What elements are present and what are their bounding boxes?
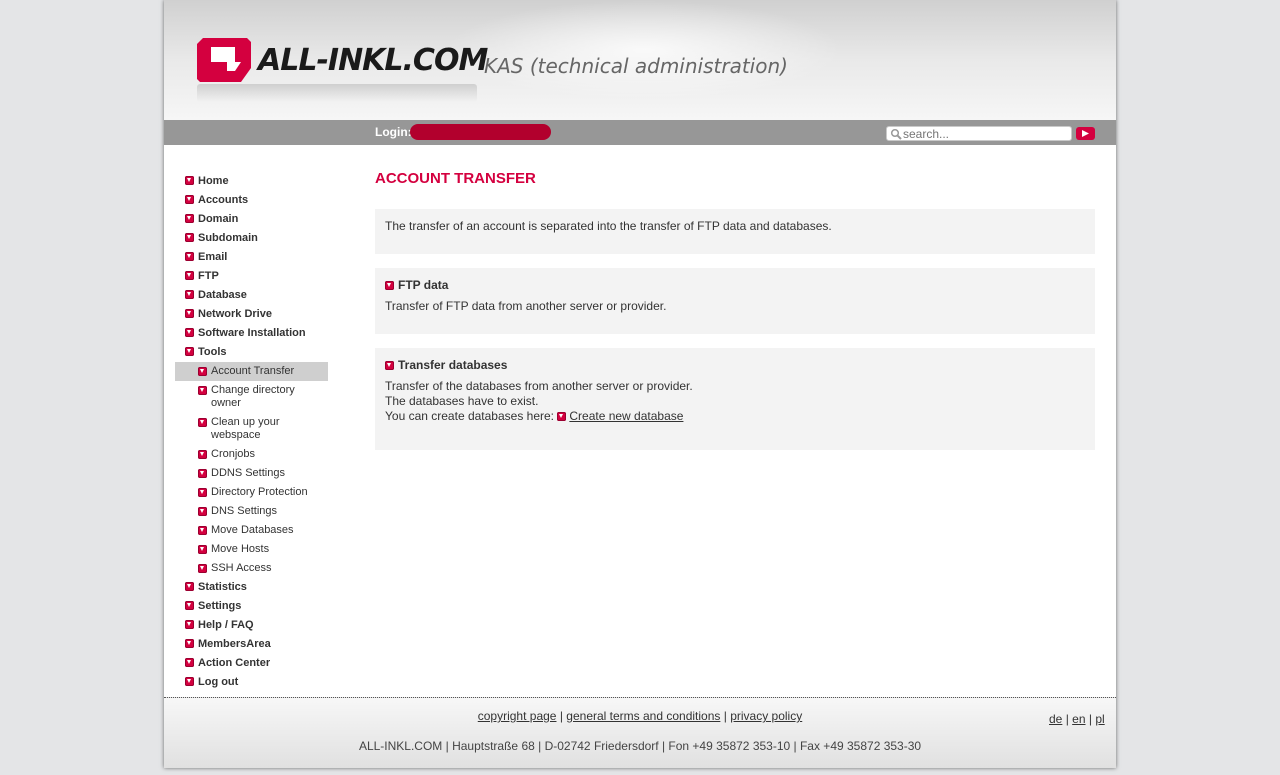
arrow-bullet-icon xyxy=(198,488,207,497)
all-inkl-logo-icon[interactable] xyxy=(197,38,251,82)
arrow-bullet-icon xyxy=(185,620,194,629)
sidebar-item-accounts[interactable]: Accounts xyxy=(175,191,328,210)
search-box[interactable] xyxy=(886,126,1072,141)
sidebar-subitem-clean-up-webspace[interactable]: Clean up your webspace xyxy=(175,413,299,445)
db-text-line1: Transfer of the databases from another s… xyxy=(385,379,693,393)
arrow-bullet-icon xyxy=(185,195,194,204)
sidebar-item-help-faq[interactable]: Help / FAQ xyxy=(175,616,328,635)
sidebar-subitem-dns-settings[interactable]: DNS Settings xyxy=(175,502,328,521)
arrow-bullet-icon xyxy=(198,526,207,535)
sidebar-subitem-ssh-access[interactable]: SSH Access xyxy=(175,559,328,578)
copyright-page-link[interactable]: copyright page xyxy=(478,709,557,723)
sidebar-subitem-move-databases[interactable]: Move Databases xyxy=(175,521,328,540)
ftp-data-panel: FTP data Transfer of FTP data from anoth… xyxy=(375,268,1095,334)
ftp-data-heading[interactable]: FTP data xyxy=(385,278,1085,293)
arrow-bullet-icon xyxy=(557,412,567,421)
arrow-bullet-icon xyxy=(185,233,194,242)
lang-de-link[interactable]: de xyxy=(1049,712,1062,726)
search-input[interactable] xyxy=(903,127,1068,140)
lang-pl-link[interactable]: pl xyxy=(1095,712,1104,726)
sidebar-subitem-directory-protection[interactable]: Directory Protection xyxy=(175,483,328,502)
arrow-bullet-icon xyxy=(185,176,194,185)
arrow-bullet-icon xyxy=(185,271,194,280)
sidebar-item-log-out[interactable]: Log out xyxy=(175,673,328,692)
privacy-policy-link[interactable]: privacy policy xyxy=(730,709,802,723)
terms-link[interactable]: general terms and conditions xyxy=(566,709,720,723)
arrow-bullet-icon xyxy=(185,601,194,610)
login-label: Login: xyxy=(375,125,412,139)
sidebar-subitem-cronjobs[interactable]: Cronjobs xyxy=(175,445,328,464)
arrow-bullet-icon xyxy=(185,328,194,337)
transfer-databases-panel: Transfer databases Transfer of the datab… xyxy=(375,348,1095,450)
footer-links: copyright page | general terms and condi… xyxy=(164,709,1116,723)
create-new-database-link[interactable]: Create new database xyxy=(569,409,683,423)
separator: | xyxy=(723,709,727,723)
separator: | xyxy=(1065,712,1069,726)
header: ALL-INKL.COM KAS (technical administrati… xyxy=(164,0,1116,120)
transfer-databases-heading[interactable]: Transfer databases xyxy=(385,358,1085,373)
sidebar-item-email[interactable]: Email xyxy=(175,248,328,267)
lang-en-link[interactable]: en xyxy=(1072,712,1085,726)
sidebar-item-membersarea[interactable]: MembersArea xyxy=(175,635,328,654)
sidebar-item-settings[interactable]: Settings xyxy=(175,597,328,616)
sidebar-item-network-drive[interactable]: Network Drive xyxy=(175,305,328,324)
db-text-line2: The databases have to exist. xyxy=(385,394,539,408)
sidebar-item-subdomain[interactable]: Subdomain xyxy=(175,229,328,248)
search-submit-button[interactable] xyxy=(1076,127,1095,140)
separator: | xyxy=(559,709,563,723)
page-title: ACCOUNT TRANSFER xyxy=(375,170,536,187)
sidebar-item-ftp[interactable]: FTP xyxy=(175,267,328,286)
arrow-bullet-icon xyxy=(198,507,207,516)
intro-panel: The transfer of an account is separated … xyxy=(375,209,1095,254)
arrow-bullet-icon xyxy=(198,386,207,395)
arrow-bullet-icon xyxy=(185,582,194,591)
arrow-bullet-icon xyxy=(185,214,194,223)
company-address: ALL-INKL.COM | Hauptstraße 68 | D-02742 … xyxy=(358,739,922,753)
db-text-line3: You can create databases here: Create ne… xyxy=(385,409,684,423)
arrow-bullet-icon xyxy=(185,309,194,318)
arrow-bullet-icon xyxy=(185,347,194,356)
arrow-bullet-icon xyxy=(185,658,194,667)
logo-reflection xyxy=(197,84,477,102)
sidebar-nav: Home Accounts Domain Subdomain Email FTP… xyxy=(175,172,328,692)
sidebar-subitem-move-hosts[interactable]: Move Hosts xyxy=(175,540,328,559)
sidebar-item-domain[interactable]: Domain xyxy=(175,210,328,229)
arrow-bullet-icon xyxy=(385,361,394,370)
language-switcher: de | en | pl xyxy=(1049,712,1105,726)
login-bar: Login: xyxy=(164,120,1116,145)
arrow-bullet-icon xyxy=(198,367,207,376)
logo-text[interactable]: ALL-INKL.COM xyxy=(258,42,488,80)
arrow-bullet-icon xyxy=(198,469,207,478)
sidebar-item-action-center[interactable]: Action Center xyxy=(175,654,328,673)
arrow-bullet-icon xyxy=(198,564,207,573)
sidebar-item-database[interactable]: Database xyxy=(175,286,328,305)
intro-text: The transfer of an account is separated … xyxy=(385,219,832,233)
arrow-bullet-icon xyxy=(385,281,394,290)
app-subtitle: KAS (technical administration) xyxy=(484,54,788,78)
sidebar-subitem-ddns-settings[interactable]: DDNS Settings xyxy=(175,464,328,483)
arrow-bullet-icon xyxy=(185,639,194,648)
sidebar-item-software-installation[interactable]: Software Installation xyxy=(175,324,328,343)
arrow-bullet-icon xyxy=(185,252,194,261)
arrow-bullet-icon xyxy=(185,290,194,299)
arrow-bullet-icon xyxy=(198,418,207,427)
ftp-data-text: Transfer of FTP data from another server… xyxy=(385,299,667,313)
arrow-bullet-icon xyxy=(198,545,207,554)
sidebar-subitem-change-directory-owner[interactable]: Change directory owner xyxy=(175,381,311,413)
sidebar-item-tools[interactable]: Tools xyxy=(175,343,328,362)
login-value-redacted xyxy=(410,124,551,140)
footer: copyright page | general terms and condi… xyxy=(164,697,1116,768)
magnifier-icon xyxy=(890,128,902,140)
separator: | xyxy=(1088,712,1092,726)
sidebar-item-statistics[interactable]: Statistics xyxy=(175,578,328,597)
arrow-bullet-icon xyxy=(185,677,194,686)
sidebar-subitem-account-transfer[interactable]: Account Transfer xyxy=(175,362,328,381)
page-container: ALL-INKL.COM KAS (technical administrati… xyxy=(164,0,1116,768)
arrow-bullet-icon xyxy=(198,450,207,459)
sidebar-item-home[interactable]: Home xyxy=(175,172,328,191)
arrow-right-icon xyxy=(1082,130,1089,137)
